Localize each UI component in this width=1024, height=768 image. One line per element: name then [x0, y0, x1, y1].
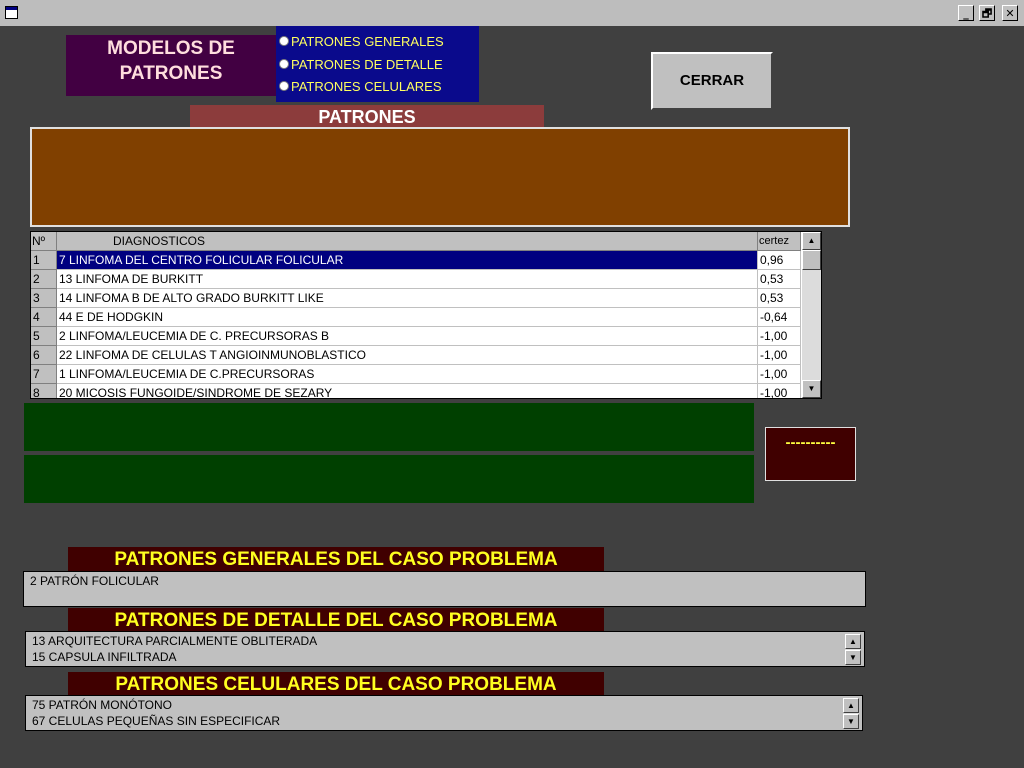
row-number: 8: [31, 384, 57, 398]
certainty-cell[interactable]: -1,00: [758, 346, 801, 365]
certainty-cell[interactable]: -0,64: [758, 308, 801, 327]
row-number: 3: [31, 289, 57, 308]
title-bar: _ 🗗 ✕: [0, 0, 1024, 26]
radio-circle-icon[interactable]: [279, 36, 289, 46]
certainty-cell[interactable]: -1,00: [758, 384, 801, 398]
green-panel-upper: [24, 403, 754, 451]
celulares-scrollbar[interactable]: ▲ ▼: [843, 698, 859, 729]
row-number: 6: [31, 346, 57, 365]
models-label-line2: PATRONES: [119, 63, 223, 84]
certainty-cell[interactable]: 0,53: [758, 270, 801, 289]
scroll-down-arrow-icon[interactable]: ▼: [845, 650, 861, 665]
radio-circle-icon[interactable]: [279, 59, 289, 69]
section-title-detalle: PATRONES DE DETALLE DEL CASO PROBLEMA: [68, 608, 604, 632]
diagnosis-cell[interactable]: 20 MICOSIS FUNGOIDE/SINDROME DE SEZARY: [57, 384, 758, 398]
certainty-cell[interactable]: -1,00: [758, 327, 801, 346]
diagnosis-cell[interactable]: 13 LINFOMA DE BURKITT: [57, 270, 758, 289]
radio-circle-icon[interactable]: [279, 81, 289, 91]
section-title-generales: PATRONES GENERALES DEL CASO PROBLEMA: [68, 547, 604, 571]
section-title-celulares: PATRONES CELULARES DEL CASO PROBLEMA: [68, 672, 604, 696]
list-item[interactable]: 2 PATRÓN FOLICULAR: [30, 574, 159, 589]
table-row[interactable]: 8 20 MICOSIS FUNGOIDE/SINDROME DE SEZARY…: [31, 384, 801, 398]
grid-vertical-scrollbar[interactable]: ▲ ▼: [802, 232, 821, 398]
radio-patrones-detalle[interactable]: PATRONES DE DETALLE: [279, 54, 443, 74]
row-number: 4: [31, 308, 57, 327]
table-row[interactable]: 6 22 LINFOMA DE CELULAS T ANGIOINMUNOBLA…: [31, 346, 801, 365]
listbox-generales[interactable]: 2 PATRÓN FOLICULAR: [23, 571, 866, 607]
radio-label: PATRONES DE DETALLE: [291, 56, 443, 72]
row-number: 1: [31, 251, 57, 270]
detalle-scrollbar[interactable]: ▲ ▼: [845, 634, 861, 665]
certainty-cell[interactable]: 0,53: [758, 289, 801, 308]
list-item[interactable]: 15 CAPSULA INFILTRADA: [32, 650, 177, 665]
scroll-down-arrow-icon[interactable]: ▼: [843, 714, 859, 729]
grid-header: Nº DIAGNOSTICOS certez: [31, 232, 801, 251]
diagnosis-cell[interactable]: 44 E DE HODGKIN: [57, 308, 758, 327]
diagnosis-cell[interactable]: 7 LINFOMA DEL CENTRO FOLICULAR FOLICULAR: [57, 251, 758, 270]
list-item[interactable]: 67 CELULAS PEQUEÑAS SIN ESPECIFICAR: [32, 714, 280, 729]
list-item[interactable]: 75 PATRÓN MONÓTONO: [32, 698, 172, 713]
row-number: 7: [31, 365, 57, 384]
radio-patrones-generales[interactable]: PATRONES GENERALES: [279, 31, 444, 51]
table-row[interactable]: 4 44 E DE HODGKIN -0,64: [31, 308, 801, 327]
scroll-up-arrow-icon[interactable]: ▲: [845, 634, 861, 649]
models-label: MODELOS DE PATRONES: [66, 35, 276, 96]
cerrar-button[interactable]: CERRAR: [651, 52, 773, 110]
certainty-cell[interactable]: -1,00: [758, 365, 801, 384]
diagnosis-cell[interactable]: 22 LINFOMA DE CELULAS T ANGIOINMUNOBLAST…: [57, 346, 758, 365]
models-label-line1: MODELOS DE: [107, 38, 235, 59]
green-panel-lower: [24, 455, 754, 503]
close-window-button[interactable]: ✕: [1002, 5, 1018, 21]
radio-label: PATRONES GENERALES: [291, 33, 444, 49]
radio-label: PATRONES CELULARES: [291, 78, 442, 94]
app-icon[interactable]: [5, 6, 18, 19]
listbox-celulares[interactable]: 75 PATRÓN MONÓTONO 67 CELULAS PEQUEÑAS S…: [25, 695, 863, 731]
patrones-header: PATRONES: [190, 105, 544, 128]
radio-patrones-celulares[interactable]: PATRONES CELULARES: [279, 76, 442, 96]
row-number: 5: [31, 327, 57, 346]
row-number: 2: [31, 270, 57, 289]
diagnosis-cell[interactable]: 14 LINFOMA B DE ALTO GRADO BURKITT LIKE: [57, 289, 758, 308]
table-row[interactable]: 2 13 LINFOMA DE BURKITT 0,53: [31, 270, 801, 289]
patrones-panel: [30, 127, 850, 227]
scroll-up-arrow-icon[interactable]: ▲: [843, 698, 859, 713]
restore-button[interactable]: 🗗: [979, 5, 995, 21]
scroll-thumb[interactable]: [802, 250, 821, 270]
table-row[interactable]: 3 14 LINFOMA B DE ALTO GRADO BURKITT LIK…: [31, 289, 801, 308]
column-header-certeza[interactable]: certez: [758, 232, 801, 251]
table-row[interactable]: 1 7 LINFOMA DEL CENTRO FOLICULAR FOLICUL…: [31, 251, 801, 270]
result-indicator: ----------: [765, 427, 856, 481]
diagnosis-cell[interactable]: 1 LINFOMA/LEUCEMIA DE C.PRECURSORAS: [57, 365, 758, 384]
list-item[interactable]: 13 ARQUITECTURA PARCIALMENTE OBLITERADA: [32, 634, 317, 649]
minimize-button[interactable]: _: [958, 5, 974, 21]
diagnosis-cell[interactable]: 2 LINFOMA/LEUCEMIA DE C. PRECURSORAS B: [57, 327, 758, 346]
scroll-up-arrow-icon[interactable]: ▲: [802, 232, 821, 250]
diagnostics-grid[interactable]: Nº DIAGNOSTICOS certez 1 7 LINFOMA DEL C…: [30, 231, 822, 399]
listbox-detalle[interactable]: 13 ARQUITECTURA PARCIALMENTE OBLITERADA …: [25, 631, 865, 667]
certainty-cell[interactable]: 0,96: [758, 251, 801, 270]
column-header-diagnosticos[interactable]: DIAGNOSTICOS: [57, 232, 758, 251]
scroll-down-arrow-icon[interactable]: ▼: [802, 380, 821, 398]
table-row[interactable]: 5 2 LINFOMA/LEUCEMIA DE C. PRECURSORAS B…: [31, 327, 801, 346]
column-header-number[interactable]: Nº: [31, 232, 57, 251]
table-row[interactable]: 7 1 LINFOMA/LEUCEMIA DE C.PRECURSORAS -1…: [31, 365, 801, 384]
pattern-type-radio-group: PATRONES GENERALES PATRONES DE DETALLE P…: [276, 26, 479, 102]
